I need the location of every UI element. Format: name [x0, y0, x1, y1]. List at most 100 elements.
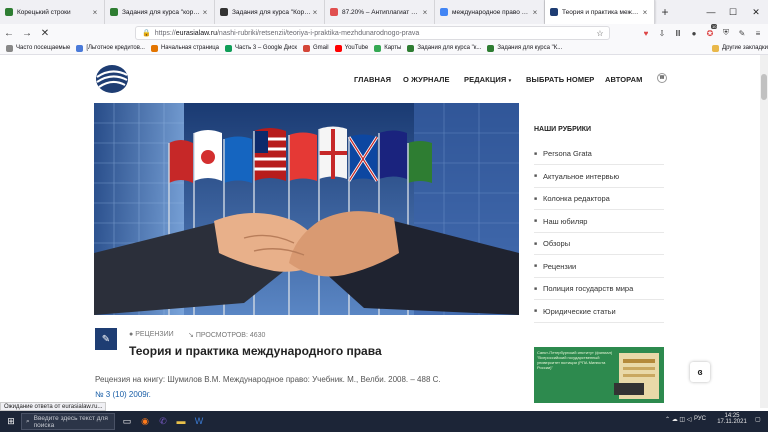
- sidebar-rubric-item[interactable]: ■ Наш юбиляр: [534, 211, 664, 233]
- tab-title: Теория и практика междуна: [562, 8, 641, 16]
- tray-icons[interactable]: ⌃ ☁ ◫ ◁: [665, 416, 691, 423]
- close-tab-icon[interactable]: ×: [531, 8, 539, 17]
- bookmark-item[interactable]: Задания для курса "К...: [487, 44, 563, 52]
- new-tab-button[interactable]: +: [655, 0, 675, 24]
- tab-title: Задания для курса "Корецы: [232, 8, 311, 16]
- nav-about[interactable]: О ЖУРНАЛЕ: [403, 75, 450, 84]
- browser-tab[interactable]: Задания для курса "корецы ×: [105, 0, 215, 24]
- bookmark-item[interactable]: Начальная страница: [150, 44, 219, 52]
- tab-favicon: [5, 8, 13, 16]
- clock[interactable]: 14:25 17.11.2021: [712, 413, 752, 425]
- bookmark-item[interactable]: Часть 3 – Google Диск: [225, 44, 297, 52]
- taskbar: [0, 411, 768, 432]
- minimize-button[interactable]: —: [700, 0, 722, 24]
- input-language[interactable]: РУС: [694, 416, 706, 422]
- tab-title: Корецький строки: [17, 8, 71, 16]
- scrollbar-thumb[interactable]: [761, 74, 767, 100]
- sidebar-title: НАШИ РУБРИКИ: [534, 126, 592, 133]
- translate-icon[interactable]: W: [657, 73, 667, 83]
- nav-authors[interactable]: АВТОРАМ: [605, 75, 642, 84]
- article-category-label: РЕЦЕНЗИИ: [135, 331, 174, 338]
- bookmark-label: Часто посещаемые: [16, 45, 71, 51]
- forward-icon[interactable]: →: [18, 24, 36, 42]
- tab-title: Задания для курса "корецы: [122, 8, 201, 16]
- taskbar-search[interactable]: ⌕ Введите здесь текст для поиска: [21, 413, 115, 430]
- other-bookmarks[interactable]: Другие закладки: [712, 44, 768, 52]
- notifications-icon[interactable]: ▢: [755, 416, 761, 423]
- extension-icon[interactable]: ✪ 10: [704, 24, 718, 39]
- bookmark-item[interactable]: Часто посещаемые: [6, 44, 71, 52]
- nav-home[interactable]: ГЛАВНАЯ: [354, 75, 391, 84]
- maximize-button[interactable]: ☐: [722, 0, 744, 24]
- library-icon[interactable]: Ⅲ: [672, 27, 684, 39]
- article-text: Рецензия на книгу: Шумилов В.М. Междунар…: [95, 375, 441, 384]
- account-icon[interactable]: ●: [688, 27, 700, 39]
- sidebar-rubric-item[interactable]: ■ Persona Grata: [534, 143, 664, 165]
- browser-tab[interactable]: Задания для курса "Корецы ×: [215, 0, 325, 24]
- eye-icon: ↘: [188, 332, 194, 339]
- sidebar-rubric-item[interactable]: ■ Рецензии: [534, 256, 664, 278]
- bullet-icon: ■: [534, 308, 538, 314]
- close-tab-icon[interactable]: ×: [91, 8, 99, 17]
- address-bar[interactable]: 🔒 https:// eurasialaw.ru /nashi-rubriki/…: [135, 26, 610, 40]
- bookmarks-bar: Часто посещаемые [Льготное кредитов... Нач…: [0, 42, 768, 55]
- article-category[interactable]: ● РЕЦЕНЗИИ: [129, 331, 174, 338]
- chevron-down-icon: ▾: [508, 78, 512, 84]
- file-explorer-icon[interactable]: ▬: [174, 414, 188, 428]
- bookmark-item[interactable]: YouTube: [334, 44, 368, 52]
- extension-badge: 10: [711, 24, 718, 29]
- sidebar-rubric-item[interactable]: ■ Актуальное интервью: [534, 166, 664, 188]
- browser-tab[interactable]: Корецький строки ×: [0, 0, 105, 24]
- pocket-icon[interactable]: ♥: [640, 27, 652, 39]
- bullet-icon: ■: [534, 173, 538, 179]
- menu-icon[interactable]: ≡: [752, 27, 764, 39]
- bullet-icon: ■: [534, 285, 538, 292]
- bookmark-star-icon[interactable]: ☆: [594, 27, 606, 39]
- addon-icon[interactable]: ✎: [736, 27, 748, 39]
- close-window-button[interactable]: ✕: [745, 0, 767, 24]
- close-tab-icon[interactable]: ×: [201, 8, 209, 17]
- bookmark-item[interactable]: Gmail: [302, 44, 329, 52]
- page-scrollbar[interactable]: [760, 55, 768, 408]
- nav-editorial[interactable]: РЕДАКЦИЯ ▾: [464, 75, 511, 84]
- sidebar-rubric-item[interactable]: ■ Полиция государств мира: [534, 278, 664, 300]
- other-bookmarks-label: Другие закладки: [722, 45, 768, 51]
- bookmark-item[interactable]: Задания для курса "к...: [407, 44, 482, 52]
- bookmark-label: Часть 3 – Google Диск: [235, 45, 297, 51]
- nav-editorial-label: РЕДАКЦИЯ: [464, 75, 507, 84]
- bookmark-label: Задания для курса "К...: [497, 45, 563, 51]
- article-title[interactable]: Теория и практика международного права: [129, 344, 382, 358]
- bookmark-item[interactable]: Карты: [374, 44, 401, 52]
- bookmark-item[interactable]: [Льготное кредитов...: [76, 44, 145, 52]
- sidebar-rubric-item[interactable]: ■ Юридические статьи: [534, 301, 664, 323]
- fab-button[interactable]: ɞ: [690, 362, 710, 382]
- bookmark-label: Задания для курса "к...: [417, 45, 482, 51]
- downloads-icon[interactable]: ⇩: [656, 27, 668, 39]
- viber-icon[interactable]: ✆: [156, 414, 170, 428]
- bookmark-label: [Льготное кредитов...: [86, 45, 145, 51]
- nav-choose-issue[interactable]: ВЫБРАТЬ НОМЕР: [526, 75, 594, 84]
- browser-tab[interactable]: 87.20% – Антиплагиат онлай ×: [325, 0, 435, 24]
- globe-logo-icon[interactable]: [94, 63, 130, 95]
- lock-icon: 🔒: [142, 30, 151, 37]
- browser-tab[interactable]: Теория и практика междуна ×: [545, 0, 655, 24]
- close-tab-icon[interactable]: ×: [421, 8, 429, 17]
- close-tab-icon[interactable]: ×: [641, 8, 649, 17]
- sidebar-ad-banner[interactable]: Санкт-Петербургский институт (филиал) "В…: [534, 347, 664, 403]
- firefox-icon[interactable]: ◉: [138, 414, 152, 428]
- issue-link[interactable]: № 3 (10) 2009г.: [95, 390, 151, 399]
- sidebar-rubric-item[interactable]: ■ Колонка редактора: [534, 188, 664, 210]
- windows-start-icon[interactable]: ⊞: [4, 414, 18, 428]
- task-view-icon[interactable]: ▭: [120, 414, 134, 428]
- back-icon[interactable]: ←: [0, 24, 18, 42]
- close-tab-icon[interactable]: ×: [311, 8, 319, 17]
- word-icon[interactable]: W: [192, 414, 206, 428]
- browser-tab[interactable]: международное право – Goo ×: [435, 0, 545, 24]
- bookmark-icon: [6, 44, 13, 52]
- bullet-icon: ■: [534, 150, 538, 157]
- shield-icon[interactable]: ⛨: [720, 27, 732, 39]
- bookmark-icon: [407, 44, 415, 52]
- stop-loading-icon[interactable]: ✕: [36, 24, 54, 42]
- sidebar-rubric-item[interactable]: ■ Обзоры: [534, 233, 664, 255]
- tab-favicon: [220, 8, 228, 16]
